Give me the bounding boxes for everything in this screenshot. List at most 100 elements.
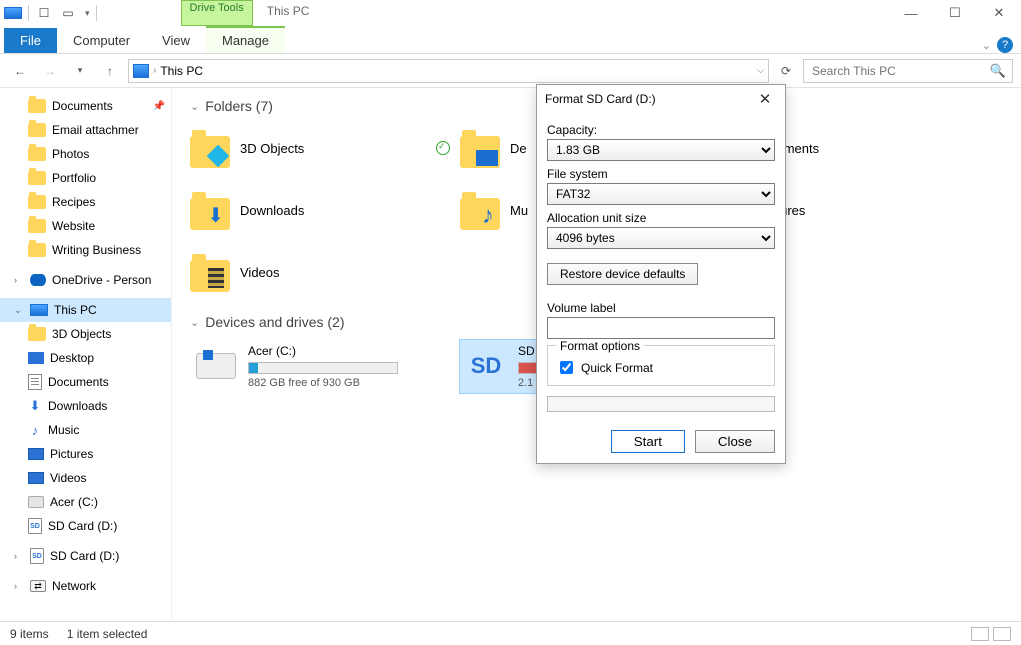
address-dropdown[interactable]: ⌵ <box>755 65 764 76</box>
tree-item-writing[interactable]: Writing Business <box>0 238 171 262</box>
search-box[interactable]: 🔍 <box>803 59 1013 83</box>
format-dialog: Format SD Card (D:) ✕ Capacity: 1.83 GB … <box>536 84 786 464</box>
drive-acer[interactable]: Acer (C:) 882 GB free of 930 GB <box>190 340 450 393</box>
ribbon-expand-icon[interactable]: ⌄ <box>982 39 991 52</box>
tree-item-sdcard[interactable]: SDSD Card (D:) <box>0 514 171 538</box>
pc-icon <box>30 304 48 316</box>
tree-item-pictures[interactable]: Pictures <box>0 442 171 466</box>
pictures-icon <box>28 448 44 460</box>
view-tab[interactable]: View <box>146 28 206 53</box>
tree-item-desktop[interactable]: Desktop <box>0 346 171 370</box>
tree-item-portfolio[interactable]: Portfolio <box>0 166 171 190</box>
drive-label: Acer (C:) <box>248 344 398 358</box>
pc-icon <box>133 64 149 78</box>
documents-icon <box>28 374 42 390</box>
qat-menu[interactable]: ▾ <box>83 8 90 19</box>
properties-icon[interactable]: ☐ <box>35 4 53 22</box>
dialog-close-button[interactable]: ✕ <box>753 90 777 108</box>
status-items: 9 items <box>10 627 49 641</box>
folder-icon <box>28 147 46 161</box>
folder-icon <box>28 171 46 185</box>
folder-icon <box>28 243 46 257</box>
capacity-label: Capacity: <box>547 123 775 137</box>
address-bar[interactable]: › This PC ⌵ <box>128 59 769 83</box>
tree-item-network[interactable]: ›⇄Network <box>0 574 171 598</box>
status-bar: 9 items 1 item selected <box>0 621 1021 645</box>
folder-icon <box>28 123 46 137</box>
tree-item-music[interactable]: ♪Music <box>0 418 171 442</box>
usage-bar <box>248 362 398 374</box>
chevron-down-icon[interactable]: ⌄ <box>190 100 199 113</box>
minimize-button[interactable]: — <box>889 0 933 26</box>
close-dialog-button[interactable]: Close <box>695 430 775 453</box>
close-button[interactable]: ✕ <box>977 0 1021 26</box>
tree-item-downloads[interactable]: ⬇Downloads <box>0 394 171 418</box>
tree-item-sdcard-root[interactable]: ›SDSD Card (D:) <box>0 544 171 568</box>
chevron-down-icon[interactable]: ⌄ <box>190 316 199 329</box>
folder-icon <box>28 219 46 233</box>
folder-icon <box>190 136 230 168</box>
videos-icon <box>28 472 44 484</box>
onedrive-icon <box>30 274 46 286</box>
computer-tab[interactable]: Computer <box>57 28 146 53</box>
search-input[interactable] <box>810 63 980 79</box>
format-options-legend: Format options <box>556 339 644 353</box>
chevron-right-icon[interactable]: › <box>153 65 156 76</box>
format-options-group: Format options Quick Format <box>547 345 775 386</box>
disk-icon <box>196 353 236 379</box>
desktop-icon <box>28 352 44 364</box>
tree-item-3dobjects[interactable]: 3D Objects <box>0 322 171 346</box>
maximize-button[interactable]: ☐ <box>933 0 977 26</box>
tree-item-photos[interactable]: Photos <box>0 142 171 166</box>
folder-downloads[interactable]: Downloads <box>190 186 450 234</box>
folder-videos[interactable]: Videos <box>190 248 450 296</box>
tree-item-acer[interactable]: Acer (C:) <box>0 490 171 514</box>
folder-label: Downloads <box>240 203 304 218</box>
dialog-title: Format SD Card (D:) <box>545 92 656 106</box>
volume-label-input[interactable] <box>547 317 775 339</box>
tree-item-documents2[interactable]: Documents <box>0 370 171 394</box>
folder-icon <box>460 198 500 230</box>
back-button[interactable]: ← <box>8 59 32 83</box>
recent-locations-button[interactable]: ▾ <box>68 59 92 83</box>
section-devices-label: Devices and drives (2) <box>205 314 344 330</box>
filesystem-label: File system <box>547 167 775 181</box>
help-icon[interactable]: ? <box>997 37 1013 53</box>
tree-item-documents[interactable]: Documents📌 <box>0 94 171 118</box>
refresh-button[interactable]: ⟳ <box>775 60 797 82</box>
forward-button[interactable]: → <box>38 59 62 83</box>
tree-item-recipes[interactable]: Recipes <box>0 190 171 214</box>
network-icon: ⇄ <box>30 580 46 592</box>
folder-icon <box>460 136 500 168</box>
view-details-icon[interactable] <box>971 627 989 641</box>
drive-free-label: 882 GB free of 930 GB <box>248 377 398 389</box>
tree-item-this-pc[interactable]: ⌄This PC <box>0 298 171 322</box>
breadcrumb[interactable]: This PC <box>160 64 203 78</box>
downloads-icon: ⬇ <box>28 399 42 413</box>
search-icon[interactable]: 🔍 <box>990 63 1006 79</box>
sync-ok-icon <box>436 141 450 155</box>
tree-item-website[interactable]: Website <box>0 214 171 238</box>
start-button[interactable]: Start <box>611 430 685 453</box>
sd-icon: SD <box>28 518 42 534</box>
tree-item-email[interactable]: Email attachmer <box>0 118 171 142</box>
folder-icon <box>190 198 230 230</box>
tree-item-videos[interactable]: Videos <box>0 466 171 490</box>
capacity-select[interactable]: 1.83 GB <box>547 139 775 161</box>
filesystem-select[interactable]: FAT32 <box>547 183 775 205</box>
section-folders-label: Folders (7) <box>205 98 273 114</box>
manage-tab[interactable]: Manage <box>206 26 285 53</box>
file-tab[interactable]: File <box>4 28 57 53</box>
sd-icon: SD <box>30 548 44 564</box>
quick-format-checkbox[interactable] <box>560 361 573 374</box>
restore-defaults-button[interactable]: Restore device defaults <box>547 263 698 285</box>
folder-label: Mu <box>510 203 528 218</box>
nav-tree: Documents📌 Email attachmer Photos Portfo… <box>0 88 172 621</box>
up-button[interactable]: ↑ <box>98 59 122 83</box>
view-tiles-icon[interactable] <box>993 627 1011 641</box>
tree-item-onedrive[interactable]: ›OneDrive - Person <box>0 268 171 292</box>
new-folder-icon[interactable]: ▭ <box>59 4 77 22</box>
allocation-select[interactable]: 4096 bytes <box>547 227 775 249</box>
folder-label: Videos <box>240 265 280 280</box>
folder-3d-objects[interactable]: 3D Objects <box>190 124 450 172</box>
